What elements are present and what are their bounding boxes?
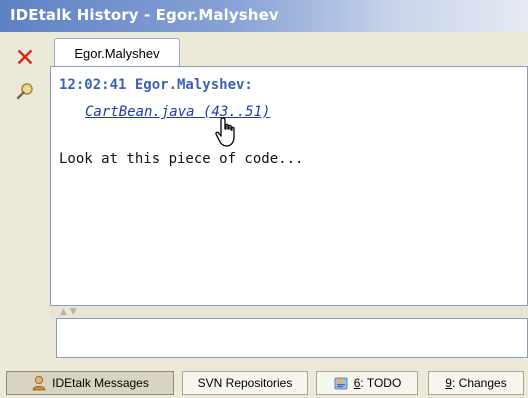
close-icon[interactable]: ✕ <box>12 44 38 70</box>
panel-splitter[interactable]: ▲ ▼ <box>50 306 528 318</box>
message-input[interactable] <box>56 318 528 358</box>
idetalk-messages-label: IDEtalk Messages <box>52 376 149 390</box>
hand-cursor-icon <box>215 117 235 147</box>
message-header: 12:02:41 Egor.Malyshev: <box>59 77 253 93</box>
bottom-tool-window-bar: IDEtalk Messages SVN Repositories 6: TOD… <box>0 366 528 398</box>
tab-egor-malyshev[interactable]: Egor.Malyshev <box>54 38 180 68</box>
code-reference-link[interactable]: CartBean.java (43..51) <box>85 104 270 120</box>
tool-sidebar: ✕ <box>0 32 46 366</box>
title-bar: IDEtalk History - Egor.Malyshev <box>0 0 528 32</box>
changes-label: 9: Changes <box>445 376 507 390</box>
splitter-arrows[interactable]: ▲ ▼ <box>60 306 77 318</box>
idetalk-messages-tab[interactable]: IDEtalk Messages <box>6 371 174 395</box>
svn-repositories-tab[interactable]: SVN Repositories <box>182 371 308 395</box>
magnifier-icon[interactable] <box>12 78 38 104</box>
todo-label: 6: TODO <box>353 376 402 390</box>
window-title: IDEtalk History - Egor.Malyshev <box>10 6 279 24</box>
todo-tab[interactable]: 6: TODO <box>316 371 418 395</box>
changes-tab[interactable]: 9: Changes <box>428 371 524 395</box>
todo-icon <box>334 377 348 390</box>
svn-repositories-label: SVN Repositories <box>197 376 293 390</box>
user-icon <box>32 376 46 391</box>
message-text: Look at this piece of code... <box>59 151 304 167</box>
message-history-panel: 12:02:41 Egor.Malyshev: CartBean.java (4… <box>50 66 528 306</box>
